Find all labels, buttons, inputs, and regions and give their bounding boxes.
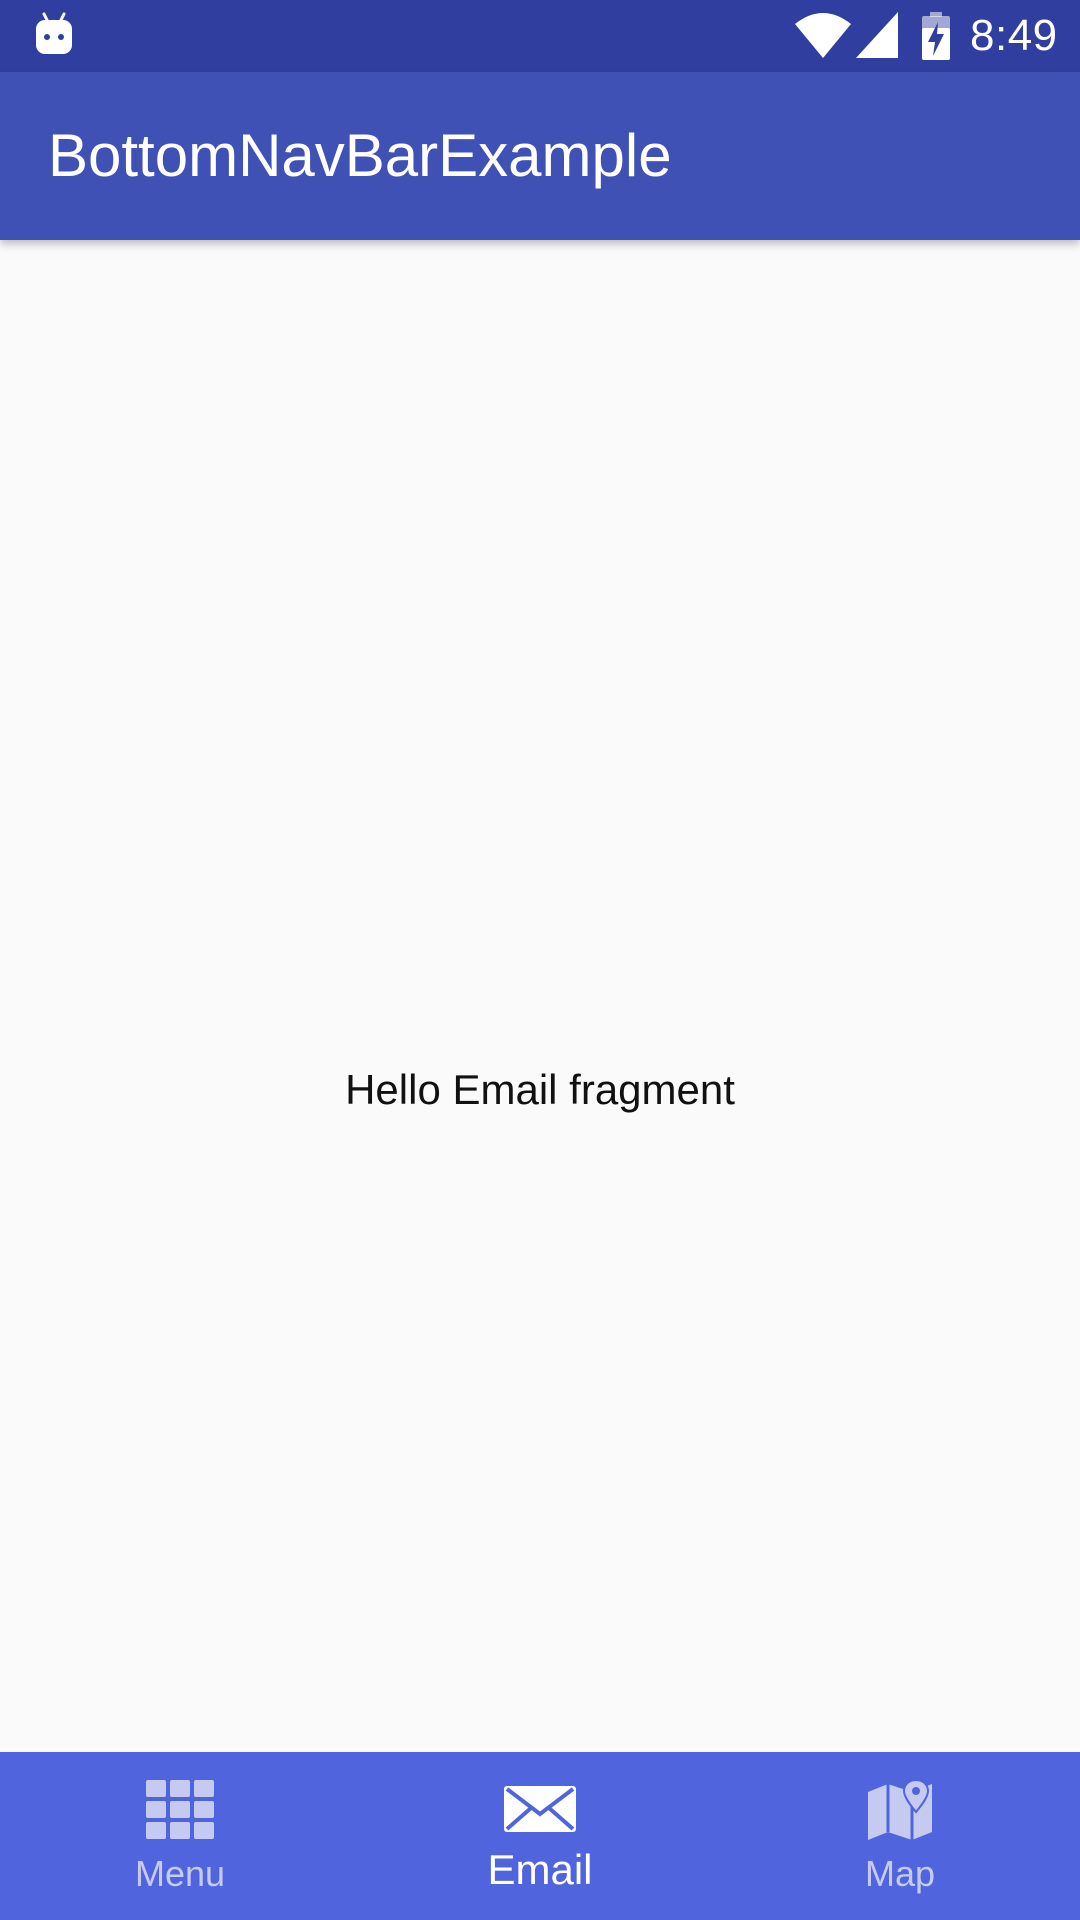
nav-label-menu: Menu bbox=[134, 1853, 226, 1894]
signal-icon bbox=[856, 12, 898, 58]
fragment-content: Hello Email fragment bbox=[0, 240, 1080, 1752]
status-bar: 8:49 bbox=[0, 0, 1080, 72]
nav-item-map[interactable]: Map bbox=[720, 1752, 1080, 1920]
wifi-icon bbox=[795, 13, 851, 58]
app-title: BottomNavBarExample bbox=[48, 122, 672, 189]
app-bar: BottomNavBarExample bbox=[0, 72, 1080, 240]
nav-label-map: Map bbox=[864, 1853, 936, 1894]
nav-item-email[interactable]: Email bbox=[360, 1752, 720, 1920]
grid-menu-icon bbox=[146, 1780, 214, 1839]
bottom-navigation-bar: Menu Email Map bbox=[0, 1752, 1080, 1920]
map-icon bbox=[868, 1778, 932, 1840]
fragment-message: Hello Email fragment bbox=[345, 1066, 735, 1113]
screen: 8:49 BottomNavBarExample Hello Email fra… bbox=[0, 0, 1080, 1920]
status-time: 8:49 bbox=[970, 11, 1058, 60]
envelope-icon bbox=[504, 1786, 576, 1832]
nav-label-email: Email bbox=[487, 1846, 593, 1893]
battery-charging-icon bbox=[922, 12, 950, 60]
nav-item-menu[interactable]: Menu bbox=[0, 1752, 360, 1920]
android-icon bbox=[36, 12, 72, 54]
